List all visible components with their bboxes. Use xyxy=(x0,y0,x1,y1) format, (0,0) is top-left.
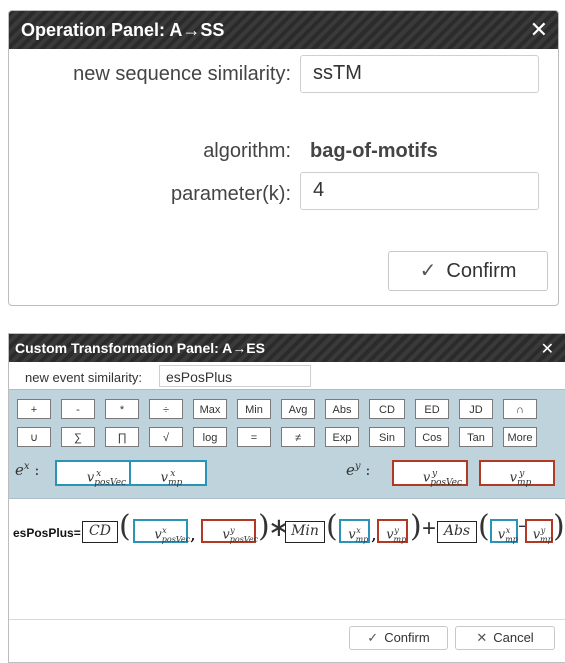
comma: , xyxy=(371,524,377,545)
operator-button-7[interactable]: Abs xyxy=(325,399,359,419)
paren-close: ) xyxy=(410,509,422,544)
paren-open: ( xyxy=(119,509,131,544)
paren-close: ) xyxy=(553,509,565,544)
transformation-panel-titlebar[interactable]: Custom Transformation Panel: A→ES ✕ xyxy=(9,334,565,362)
f-vy-mp[interactable]: vmpy xyxy=(377,519,408,544)
paren-open: ( xyxy=(326,509,338,544)
cancel-label: Cancel xyxy=(493,630,534,645)
footer-divider xyxy=(9,619,565,620)
paren-open: ( xyxy=(478,509,490,544)
operator-button-6[interactable]: Avg xyxy=(281,399,315,419)
check-icon: ✓ xyxy=(367,630,379,645)
operator-button-8[interactable]: Sin xyxy=(369,427,405,447)
confirm-label: Confirm xyxy=(384,630,430,645)
operator-button-11[interactable]: ∩ xyxy=(503,399,537,419)
check-icon: ✓ xyxy=(419,260,437,282)
operation-panel: Operation Panel: A→SS ✕ new sequence sim… xyxy=(8,10,559,306)
ex-label: ex : xyxy=(15,461,40,479)
operator-toolbar: + - * ÷ Max Min Avg Abs CD ED JD ∩ ∪ ∑ ∏ √ log = ≠ Exp Sin C… xyxy=(9,389,565,499)
operator-button-11[interactable]: More xyxy=(503,427,537,447)
new-sequence-similarity-label: new sequence similarity: xyxy=(73,63,291,85)
operator-button-1[interactable]: - xyxy=(61,399,95,419)
operation-panel-title: Operation Panel: A→SS xyxy=(21,20,225,40)
op-cd[interactable]: CD xyxy=(82,521,118,543)
new-sequence-similarity-input[interactable]: ssTM xyxy=(300,55,539,93)
formula-area: esPosPlus= CD ( vposVecx , vposVecy ) ∗ … xyxy=(9,499,565,619)
close-icon[interactable]: ✕ xyxy=(541,339,554,359)
operator-button-5[interactable]: = xyxy=(237,427,271,447)
f-vx-mp-2[interactable]: vmpx xyxy=(490,519,518,544)
operation-panel-titlebar[interactable]: Operation Panel: A→SS ✕ xyxy=(9,11,558,49)
operator-button-0[interactable]: ∪ xyxy=(17,427,51,447)
formula-name: esPosPlus= xyxy=(13,526,81,540)
operator-button-5[interactable]: Min xyxy=(237,399,271,419)
operator-button-9[interactable]: ED xyxy=(415,399,449,419)
new-event-similarity-input[interactable]: esPosPlus xyxy=(159,365,311,387)
operator-button-4[interactable]: Max xyxy=(193,399,227,419)
custom-transformation-panel: Custom Transformation Panel: A→ES ✕ new … xyxy=(8,333,565,663)
operator-button-10[interactable]: JD xyxy=(459,399,493,419)
operator-button-2[interactable]: * xyxy=(105,399,139,419)
operator-button-6[interactable]: ≠ xyxy=(281,427,315,447)
operator-button-3[interactable]: ÷ xyxy=(149,399,183,419)
confirm-button[interactable]: ✓ Confirm xyxy=(388,251,548,291)
operator-button-9[interactable]: Cos xyxy=(415,427,449,447)
var-vx-posvec[interactable]: vposVecx xyxy=(55,460,133,488)
var-vy-mp[interactable]: vmpy xyxy=(479,460,555,488)
transformation-panel-title: Custom Transformation Panel: A→ES xyxy=(15,340,265,356)
operator-button-4[interactable]: log xyxy=(193,427,227,447)
operator-button-8[interactable]: CD xyxy=(369,399,405,419)
confirm-button[interactable]: ✓ Confirm xyxy=(349,626,448,650)
algorithm-label: algorithm: xyxy=(203,140,291,162)
f-vx-posvec[interactable]: vposVecx xyxy=(133,519,190,544)
var-vy-posvec[interactable]: vposVecy xyxy=(392,460,468,488)
op-min[interactable]: Min xyxy=(285,521,325,543)
f-vy-posvec[interactable]: vposVecy xyxy=(201,519,258,544)
parameter-label: parameter(k): xyxy=(170,183,291,205)
cancel-button[interactable]: ✕ Cancel xyxy=(455,626,555,650)
comma: , xyxy=(190,524,196,545)
var-vx-mp[interactable]: vmpx xyxy=(129,460,207,488)
op-abs[interactable]: Abs xyxy=(437,521,477,543)
plus-sign: + xyxy=(422,515,437,542)
operator-button-7[interactable]: Exp xyxy=(325,427,359,447)
close-icon: ✕ xyxy=(476,630,488,645)
new-event-similarity-label: new event similarity: xyxy=(25,370,143,385)
operator-button-2[interactable]: ∏ xyxy=(105,427,139,447)
ey-label: ey : xyxy=(346,461,371,479)
close-icon[interactable]: ✕ xyxy=(530,17,548,43)
operator-button-0[interactable]: + xyxy=(17,399,51,419)
algorithm-value: bag-of-motifs xyxy=(310,140,438,162)
f-vy-mp-2[interactable]: vmpy xyxy=(525,519,553,544)
operator-button-3[interactable]: √ xyxy=(149,427,183,447)
parameter-input[interactable]: 4 xyxy=(300,172,539,210)
confirm-label: Confirm xyxy=(446,260,517,282)
operator-button-10[interactable]: Tan xyxy=(459,427,493,447)
operator-button-1[interactable]: ∑ xyxy=(61,427,95,447)
f-vx-mp[interactable]: vmpx xyxy=(339,519,370,544)
